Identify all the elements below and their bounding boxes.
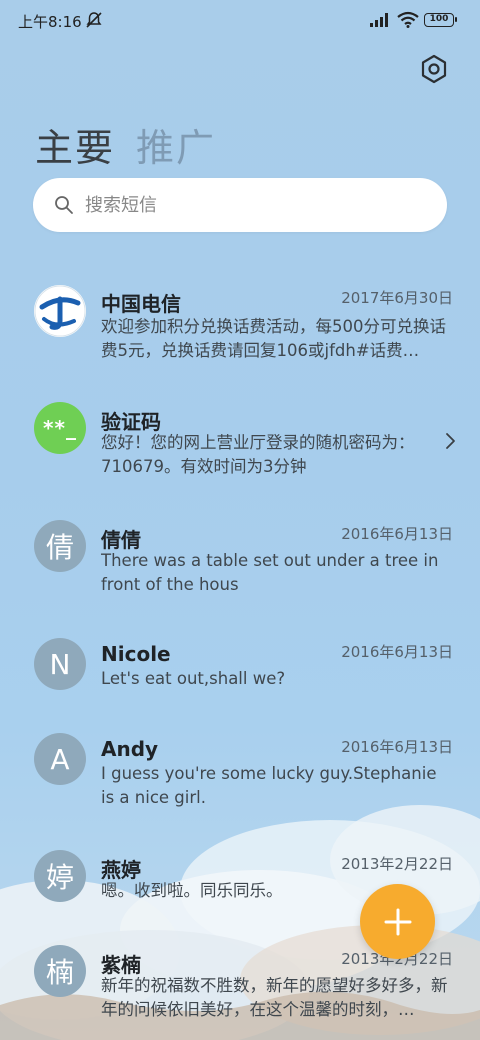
battery-icon: 100 (424, 13, 457, 27)
message-preview: There was a table set out under a tree i… (101, 551, 439, 594)
avatar: 楠 (34, 945, 86, 997)
signal-icon (370, 13, 388, 27)
chevron-right-icon[interactable] (443, 432, 457, 450)
message-preview: Let's eat out,shall we? (101, 669, 286, 688)
search-input[interactable] (85, 178, 425, 232)
conversation-item[interactable]: 倩 倩倩 2016年6月13日 There was a table set ou… (0, 518, 480, 598)
conversation-item[interactable]: **_ 验证码 您好！您的网上营业厅登录的随机密码为：710679。有效时间为3… (0, 400, 480, 480)
conversation-item[interactable]: 中国电信 2017年6月30日 欢迎参加积分兑换话费活动，每500分可兑换话费5… (0, 282, 480, 362)
avatar: N (34, 638, 86, 690)
avatar: **_ (34, 402, 86, 454)
message-preview: 新年的祝福数不胜数，新年的愿望好多好多，新年的问候依旧美好，在这个温馨的时刻，… (101, 976, 448, 1019)
search-bar[interactable] (33, 178, 447, 232)
message-preview: 欢迎参加积分兑换话费活动，每500分可兑换话费5元，兑换话费请回复106或jfd… (101, 317, 446, 360)
message-date: 2016年6月13日 (341, 643, 453, 661)
telecom-logo-icon (34, 285, 86, 337)
avatar: 婷 (34, 850, 86, 902)
status-bar: 上午8:16 100 (0, 0, 480, 40)
battery-level: 100 (429, 14, 449, 24)
avatar: 倩 (34, 520, 86, 572)
avatar: A (34, 733, 86, 785)
search-icon (55, 196, 73, 214)
tab-promotions[interactable]: 推广 (136, 117, 216, 172)
avatar (34, 285, 86, 337)
wifi-icon (397, 11, 419, 28)
message-date: 2016年6月13日 (341, 525, 453, 543)
contact-name: Nicole (101, 642, 171, 666)
tab-main[interactable]: 主要 (35, 117, 115, 172)
status-time: 上午8:16 (18, 13, 82, 31)
contact-name: Andy (101, 737, 159, 761)
conversation-item[interactable]: A Andy 2016年6月13日 I guess you're some lu… (0, 731, 480, 811)
contact-name: 中国电信 (101, 292, 181, 316)
message-date: 2017年6月30日 (341, 289, 453, 307)
plus-icon (384, 908, 411, 935)
message-date: 2013年2月22日 (341, 855, 453, 873)
message-preview: I guess you're some lucky guy.Stephanie … (101, 764, 437, 807)
message-date: 2016年6月13日 (341, 738, 453, 756)
conversation-item[interactable]: N Nicole 2016年6月13日 Let's eat out,shall … (0, 636, 480, 696)
mute-icon (86, 12, 102, 28)
message-preview: 您好！您的网上营业厅登录的随机密码为：710679。有效时间为3分钟 (101, 433, 415, 476)
settings-icon[interactable] (419, 54, 449, 84)
new-message-button[interactable] (360, 884, 435, 959)
